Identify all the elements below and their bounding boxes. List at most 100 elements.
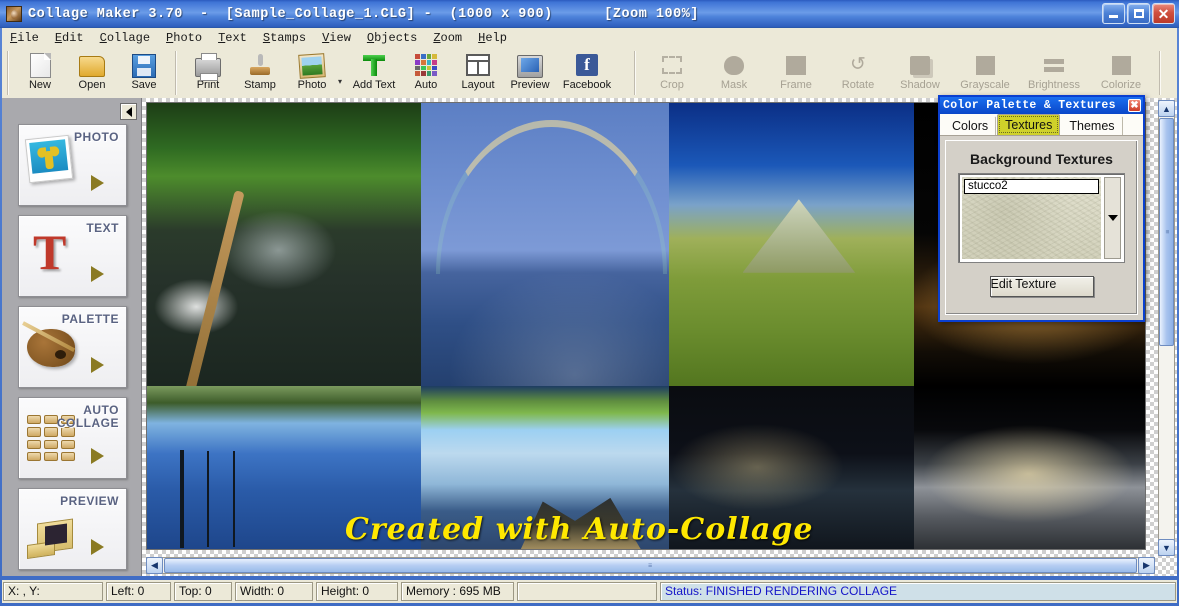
toolbar-mask-label: Mask <box>720 79 748 91</box>
texture-dropdown-button[interactable] <box>1104 177 1121 259</box>
sidebar-photo-arrow-icon <box>91 175 104 191</box>
toolbar-stamp-button[interactable]: Stamp <box>234 48 286 96</box>
application-window: Collage Maker 3.70 - [Sample_Collage_1.C… <box>0 0 1179 606</box>
sidebar-item-palette-label: PALETTE <box>61 312 119 326</box>
toolbar-print-button[interactable]: Print <box>182 48 234 96</box>
scroll-up-button[interactable]: ▲ <box>1158 100 1175 117</box>
sidebar-item-text-label: TEXT <box>86 221 119 235</box>
canvas-horizontal-scrollbar[interactable]: ◀ ≡ ▶ <box>146 557 1155 574</box>
menu-zoom[interactable]: Zoom <box>425 29 470 47</box>
scroll-grip-icon: ≡ <box>647 562 654 569</box>
toolbar-divider-start <box>7 51 9 95</box>
menu-photo[interactable]: Photo <box>158 29 210 47</box>
scroll-down-button[interactable]: ▼ <box>1158 539 1175 556</box>
palette-window-title: Color Palette & Textures <box>943 99 1116 112</box>
palette-window-close-button[interactable]: ✖ <box>1128 99 1141 112</box>
status-bar: X: , Y: Left: 0 Top: 0 Width: 0 Height: … <box>2 580 1177 603</box>
palette-tab-strip: Colors Textures Themes <box>940 114 1143 136</box>
toolbar-facebook-button[interactable]: f Facebook <box>556 48 618 96</box>
menu-stamps[interactable]: Stamps <box>255 29 314 47</box>
minimize-button[interactable] <box>1102 3 1125 24</box>
text-letter-icon: T <box>33 224 67 280</box>
scroll-left-button[interactable]: ◀ <box>146 557 163 574</box>
toolbar-photo-button[interactable]: Photo <box>286 48 338 96</box>
toolbar-frame-label: Frame <box>780 79 812 91</box>
menu-file[interactable]: File <box>2 29 47 47</box>
menu-collage[interactable]: Collage <box>92 29 158 47</box>
textures-panel: Background Textures stucco2 Edit Texture <box>945 140 1138 315</box>
horizontal-scroll-thumb[interactable]: ≡ <box>164 558 1137 573</box>
palette-icon <box>27 319 79 375</box>
window-controls: ✕ <box>1102 3 1175 24</box>
menu-stamps-label: tamps <box>270 31 307 45</box>
collage-photo-rainbow-over-lake[interactable] <box>421 103 669 386</box>
status-memory: Memory : 695 MB <box>401 582 514 601</box>
status-top: Top: 0 <box>174 582 232 601</box>
preview-monitor-icon <box>517 52 543 78</box>
toolbar-divider-1 <box>175 51 177 95</box>
canvas-vertical-scrollbar[interactable]: ▲ ≡ ▼ <box>1158 100 1175 556</box>
printer-icon <box>195 52 221 81</box>
toolbar-layout-label: Layout <box>461 79 495 91</box>
close-button[interactable]: ✕ <box>1152 3 1175 24</box>
facebook-icon: f <box>574 52 600 78</box>
add-text-icon <box>361 52 387 78</box>
toolbar-crop-label: Crop <box>660 79 684 91</box>
scroll-grip-icon: ≡ <box>1163 229 1170 235</box>
sidebar-item-palette[interactable]: PALETTE <box>18 306 127 388</box>
app-icon <box>6 6 22 22</box>
menu-zoom-label: oom <box>440 31 463 45</box>
status-coordinates: X: , Y: <box>3 582 103 601</box>
texture-selector[interactable]: stucco2 <box>958 173 1125 263</box>
collage-photo-waterfall-mossy-forest[interactable] <box>147 103 421 386</box>
save-disk-icon <box>131 52 157 78</box>
status-width: Width: 0 <box>235 582 313 601</box>
menu-objects-label: bjects <box>374 31 418 45</box>
toolbar-open-button[interactable]: Open <box>66 48 118 96</box>
toolbar-frame-button: Frame <box>765 48 827 96</box>
maximize-button[interactable] <box>1127 3 1150 24</box>
tab-textures[interactable]: Textures <box>997 114 1061 135</box>
sidebar-item-auto-collage[interactable]: AUTO COLLAGE <box>18 397 127 479</box>
menu-collage-label: ollage <box>106 31 151 45</box>
layout-icon <box>465 52 491 78</box>
toolbar-new-button[interactable]: New <box>14 48 66 96</box>
toolbar-preview-button[interactable]: Preview <box>504 48 556 96</box>
toolbar-divider-3 <box>1159 51 1161 95</box>
menu-view[interactable]: View <box>314 29 359 47</box>
menu-text[interactable]: Text <box>210 29 255 47</box>
toolbar-rotate-label: Rotate <box>841 79 875 91</box>
menu-help[interactable]: Help <box>470 29 515 47</box>
tab-colors[interactable]: Colors <box>944 116 997 135</box>
photo-dropdown-arrow-icon[interactable]: ▾ <box>338 77 348 86</box>
colorize-icon <box>1108 52 1134 78</box>
collapse-panel-button[interactable] <box>120 103 137 120</box>
sidebar-item-photo[interactable]: PHOTO <box>18 124 127 206</box>
menu-view-label: iew <box>329 31 351 45</box>
preview-monitor-icon <box>27 511 79 567</box>
toolbar-shadow-label: Shadow <box>900 79 940 91</box>
toolbar-auto-button[interactable]: Auto <box>400 48 452 96</box>
menu-edit[interactable]: Edit <box>47 29 92 47</box>
menu-objects[interactable]: Objects <box>359 29 425 47</box>
vertical-scroll-thumb[interactable]: ≡ <box>1159 118 1174 346</box>
toolbar-add-text-button[interactable]: Add Text <box>348 48 400 96</box>
collage-photo-golden-sunlit-beach[interactable] <box>914 386 1145 549</box>
title-bar: Collage Maker 3.70 - [Sample_Collage_1.C… <box>0 0 1179 28</box>
sidebar-item-text[interactable]: T TEXT <box>18 215 127 297</box>
menu-help-label: elp <box>485 31 507 45</box>
toolbar-stamp-label: Stamp <box>244 79 276 91</box>
texture-name-field[interactable]: stucco2 <box>964 179 1099 194</box>
edit-texture-button[interactable]: Edit Texture <box>989 276 1094 297</box>
scroll-right-button[interactable]: ▶ <box>1138 557 1155 574</box>
collage-photo-green-mountain-valley[interactable] <box>669 103 914 386</box>
texture-preview-image[interactable]: stucco2 <box>962 177 1101 259</box>
toolbar-preview-label: Preview <box>510 79 550 91</box>
sidebar-item-preview[interactable]: PREVIEW <box>18 488 127 570</box>
sidebar-item-photo-label: PHOTO <box>74 130 119 144</box>
toolbar-save-button[interactable]: Save <box>118 48 170 96</box>
tab-themes[interactable]: Themes <box>1061 116 1123 135</box>
status-message: Status: FINISHED RENDERING COLLAGE <box>660 582 1176 601</box>
sidebar-palette-arrow-icon <box>91 357 104 373</box>
toolbar-layout-button[interactable]: Layout <box>452 48 504 96</box>
